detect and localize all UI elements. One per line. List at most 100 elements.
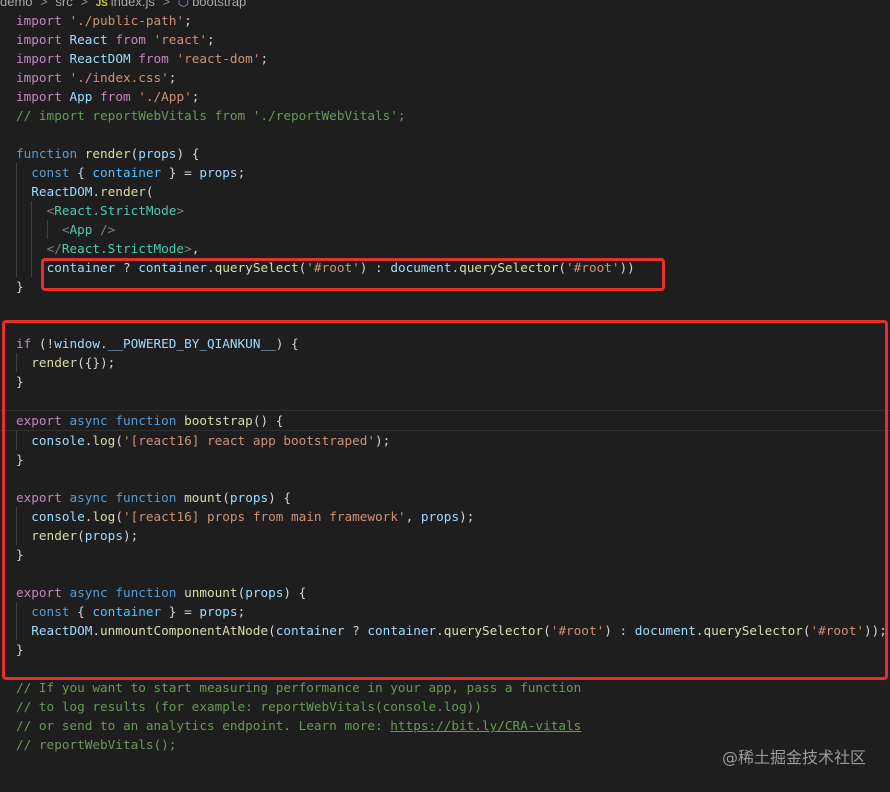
code-line[interactable]: [0, 564, 890, 583]
code-line[interactable]: ReactDOM.unmountComponentAtNode(containe…: [0, 621, 890, 640]
code-token: >: [176, 203, 185, 218]
code-line[interactable]: render(props);: [0, 526, 890, 545]
code-line[interactable]: container ? container.querySelect('#root…: [0, 258, 890, 277]
code-line[interactable]: export async function mount(props) {: [0, 488, 890, 507]
breadcrumb-item-src[interactable]: src: [55, 0, 72, 11]
code-token: querySelector: [443, 623, 544, 638]
code-line[interactable]: <App />: [0, 220, 890, 239]
code-token: import: [16, 13, 62, 28]
code-token: );: [459, 509, 475, 524]
code-line[interactable]: [0, 659, 890, 678]
code-token: React.StrictMode: [61, 241, 185, 256]
code-line[interactable]: [0, 469, 890, 488]
code-editor[interactable]: import './public-path'; import React from…: [0, 11, 890, 754]
code-line[interactable]: [0, 315, 890, 334]
code-token: (: [115, 509, 123, 524]
indent-guide: [16, 353, 17, 372]
code-line[interactable]: const { container } = props;: [0, 602, 890, 621]
code-token: (: [115, 433, 123, 448]
code-token: ;: [168, 70, 177, 85]
code-token: './index.css': [69, 70, 169, 85]
code-token: ReactDOM: [31, 623, 93, 638]
indent-guide: [31, 201, 33, 220]
code-line[interactable]: import ReactDOM from 'react-dom';: [0, 49, 890, 68]
code-line[interactable]: [0, 391, 890, 410]
code-line[interactable]: if (!window.__POWERED_BY_QIANKUN__) {: [0, 334, 890, 353]
code-token: console: [31, 433, 85, 448]
indent-guide: [31, 220, 33, 239]
code-token: ;: [191, 89, 200, 104]
breadcrumb-symbol-label: bootstrap: [192, 0, 247, 9]
code-token: querySelector: [703, 623, 803, 638]
code-token: React: [69, 32, 108, 47]
code-token: ;: [184, 13, 192, 28]
code-token: );: [122, 528, 139, 543]
code-line[interactable]: console.log('[react16] react app bootstr…: [0, 431, 890, 450]
code-token: props: [245, 585, 284, 600]
code-token: (: [268, 623, 276, 638]
code-line[interactable]: // to log results (for example: reportWe…: [0, 697, 890, 716]
code-line[interactable]: import './public-path';: [0, 11, 890, 30]
code-line[interactable]: }: [0, 545, 890, 564]
code-line[interactable]: import App from './App';: [0, 87, 890, 106]
indent-guide: [16, 239, 17, 258]
indent-guide: [16, 602, 17, 621]
code-token: '#root': [566, 260, 620, 275]
code-line[interactable]: ReactDOM.render(: [0, 182, 890, 201]
code-line[interactable]: import './index.css';: [0, 68, 890, 87]
code-line[interactable]: [0, 125, 890, 144]
code-token: // import reportWebVitals from './report…: [16, 108, 406, 123]
code-token: function: [16, 146, 78, 161]
code-token: props: [199, 165, 238, 180]
code-line[interactable]: export async function unmount(props) {: [0, 583, 890, 602]
code-token: ) {: [176, 146, 200, 161]
code-line[interactable]: // If you want to start measuring perfor…: [0, 678, 890, 697]
code-token: 'react': [153, 32, 208, 47]
code-token: container: [46, 260, 116, 275]
indent-guide: [16, 526, 17, 545]
code-token: from: [138, 51, 169, 66]
code-line[interactable]: }: [0, 372, 890, 391]
code-line[interactable]: // import reportWebVitals from './report…: [0, 106, 890, 125]
code-token: (!: [31, 336, 55, 351]
code-token: mount: [184, 490, 223, 505]
code-token: React.StrictMode: [54, 203, 177, 218]
code-line[interactable]: <React.StrictMode>: [0, 201, 890, 220]
breadcrumb-item-demo[interactable]: demo: [0, 0, 33, 11]
code-token: async: [69, 585, 108, 600]
code-token: // reportWebVitals();: [16, 737, 177, 752]
code-token: function: [115, 585, 177, 600]
code-token: '#root': [810, 623, 864, 638]
code-token: .: [100, 336, 108, 351]
code-token: if: [16, 336, 32, 351]
code-token: }: [16, 279, 24, 294]
indent-guide: [16, 163, 17, 182]
code-line[interactable]: render({});: [0, 353, 890, 372]
code-line[interactable]: }: [0, 277, 890, 296]
code-line[interactable]: console.log('[react16] props from main f…: [0, 507, 890, 526]
code-line[interactable]: export async function bootstrap() {: [0, 410, 890, 431]
indent-guide: [16, 258, 17, 277]
code-line[interactable]: }: [0, 450, 890, 469]
code-line[interactable]: // or send to an analytics endpoint. Lea…: [0, 716, 890, 735]
code-line[interactable]: import React from 'react';: [0, 30, 890, 49]
code-link[interactable]: https://bit.ly/CRA-vitals: [390, 718, 581, 733]
breadcrumb-item-symbol[interactable]: ⬡ bootstrap: [178, 0, 247, 11]
code-token: '#root': [306, 260, 360, 275]
code-token: {: [69, 165, 93, 180]
indent-guide: [16, 507, 17, 526]
code-token: props: [420, 509, 460, 524]
code-line[interactable]: const { container } = props;: [0, 163, 890, 182]
code-token: }: [16, 547, 24, 562]
code-token: window: [54, 336, 101, 351]
code-token: container: [92, 604, 162, 619]
code-line[interactable]: </React.StrictMode>,: [0, 239, 890, 258]
code-token: ;: [260, 51, 269, 66]
code-token: import: [16, 89, 62, 104]
code-line[interactable]: }: [0, 640, 890, 659]
code-line[interactable]: [0, 296, 890, 315]
code-line[interactable]: function render(props) {: [0, 144, 890, 163]
